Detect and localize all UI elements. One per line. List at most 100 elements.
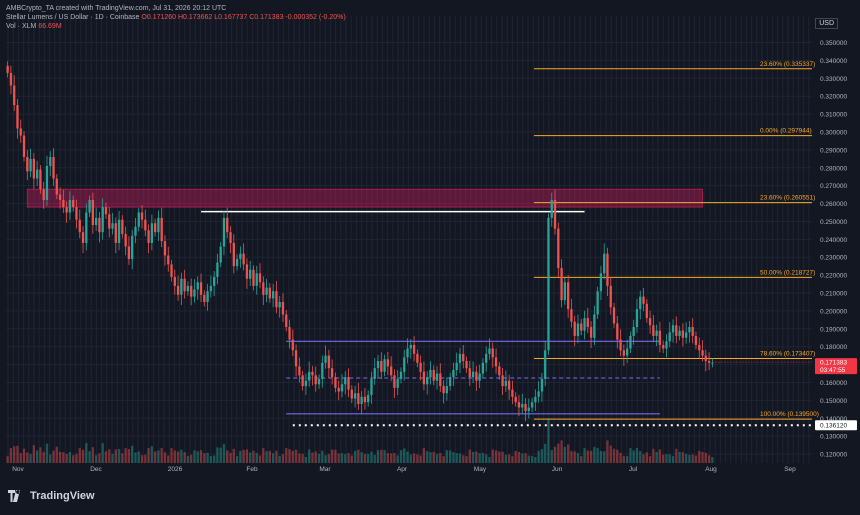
candle-body <box>393 375 396 388</box>
y-tick-label: 0.160000 <box>820 380 847 387</box>
tradingview-brand: TradingView <box>30 490 95 502</box>
volume-bar <box>258 455 262 463</box>
y-axis: 0.350000 0.340000 0.330000 0.320000 0.310000… <box>820 40 847 459</box>
candle-body <box>360 396 363 404</box>
candle-body <box>419 362 422 372</box>
candle-body <box>278 301 281 308</box>
candle-body <box>317 378 321 385</box>
candle-body <box>455 362 458 370</box>
candle-body <box>596 291 599 315</box>
candle-body <box>6 65 9 73</box>
candle-body <box>108 214 111 229</box>
y-tick-label: 0.150000 <box>820 398 847 405</box>
volume-bar <box>160 447 163 463</box>
candle-body <box>403 357 406 372</box>
volume-bar <box>278 455 281 463</box>
candle-body <box>704 355 707 362</box>
fib-label: 23.60% (0.260551) <box>760 195 815 202</box>
volume-bar <box>245 449 249 463</box>
candle-body <box>232 242 235 267</box>
y-tick-label: 0.240000 <box>820 237 847 244</box>
x-tick-label: Aug <box>705 466 717 473</box>
chart[interactable]: 23.60% (0.335337) 0.00% (0.297944) 23.60% … <box>0 0 860 510</box>
volume-bar <box>530 455 534 463</box>
volume-bar <box>603 451 606 463</box>
candle-body <box>426 377 429 385</box>
candle-body <box>193 289 196 297</box>
candle-body <box>465 361 468 369</box>
volume-bar <box>632 450 635 463</box>
candle-body <box>570 309 573 322</box>
candle-body <box>593 314 596 338</box>
candle-body <box>196 282 199 290</box>
volume-bar <box>157 450 160 463</box>
currency-button[interactable]: USD <box>815 18 838 29</box>
candle-body <box>475 371 478 381</box>
volume-bar <box>190 454 193 463</box>
volume-bar <box>340 453 344 463</box>
x-tick-label: Nov <box>12 466 24 473</box>
volume-bar <box>330 449 334 463</box>
symbol-line: Stellar Lumens / US Dollar · 1D · Coinba… <box>6 13 346 22</box>
volume-bar <box>252 450 255 463</box>
price-chart-svg[interactable]: 23.60% (0.335337) 0.00% (0.297944) 23.60% … <box>0 0 860 510</box>
volume-bar <box>412 453 416 463</box>
candle-body <box>458 353 462 363</box>
tradingview-logo[interactable]: TradingView <box>8 490 95 502</box>
candle-body <box>32 158 36 179</box>
volume-bar <box>691 454 694 463</box>
candle-body <box>13 85 16 106</box>
volume-bar <box>91 447 95 463</box>
volume-bar <box>140 455 144 463</box>
volume-bar <box>183 452 186 463</box>
candle-body <box>619 339 622 351</box>
volume-bar <box>589 450 593 463</box>
volume-bar <box>334 449 337 463</box>
volume-bar <box>209 455 213 463</box>
volume-bar <box>445 450 449 463</box>
volume-bar <box>98 453 101 463</box>
candle-body <box>370 378 373 396</box>
candle-body <box>288 327 291 340</box>
candle-body <box>527 407 530 412</box>
candle-body <box>291 339 294 351</box>
candle-body <box>580 323 583 331</box>
volume-bar <box>481 452 485 463</box>
volume-bar <box>389 453 393 463</box>
y-tick-label: 0.340000 <box>820 58 847 65</box>
volume-bar <box>478 453 481 463</box>
y-tick-label: 0.320000 <box>820 94 847 101</box>
x-tick-label: 2026 <box>168 466 183 473</box>
candle-body <box>337 387 340 392</box>
y-tick-label: 0.270000 <box>820 183 847 190</box>
volume-bar <box>39 447 42 463</box>
candle-body <box>104 207 108 215</box>
volume-bar <box>583 448 586 463</box>
candle-body <box>711 362 714 364</box>
candle-body <box>357 393 360 404</box>
volume-bar <box>81 449 85 463</box>
candle-body <box>684 332 688 338</box>
candle-body <box>389 366 393 376</box>
candle-body <box>609 285 612 308</box>
ohlc-values: O0.171260 H0.173662 L0.167737 C0.171383 … <box>141 14 346 21</box>
candle-body <box>537 391 540 397</box>
candle-body <box>681 330 685 338</box>
candle-body <box>380 361 383 372</box>
volume-bar <box>114 449 117 463</box>
volume-bar <box>298 453 301 463</box>
volume-bar <box>170 448 173 463</box>
volume-bar <box>265 451 268 463</box>
volume-bar <box>678 451 681 463</box>
candle-body <box>239 253 242 260</box>
volume-bar <box>55 446 58 463</box>
candle-body <box>212 276 216 286</box>
candle-body <box>78 219 81 233</box>
candle-body <box>258 273 262 283</box>
candle-body <box>566 282 570 310</box>
candle-body <box>662 344 665 349</box>
candle-body <box>275 291 278 308</box>
volume-bar <box>419 455 422 463</box>
volume-bar <box>121 453 124 463</box>
x-tick-label: May <box>474 466 487 473</box>
